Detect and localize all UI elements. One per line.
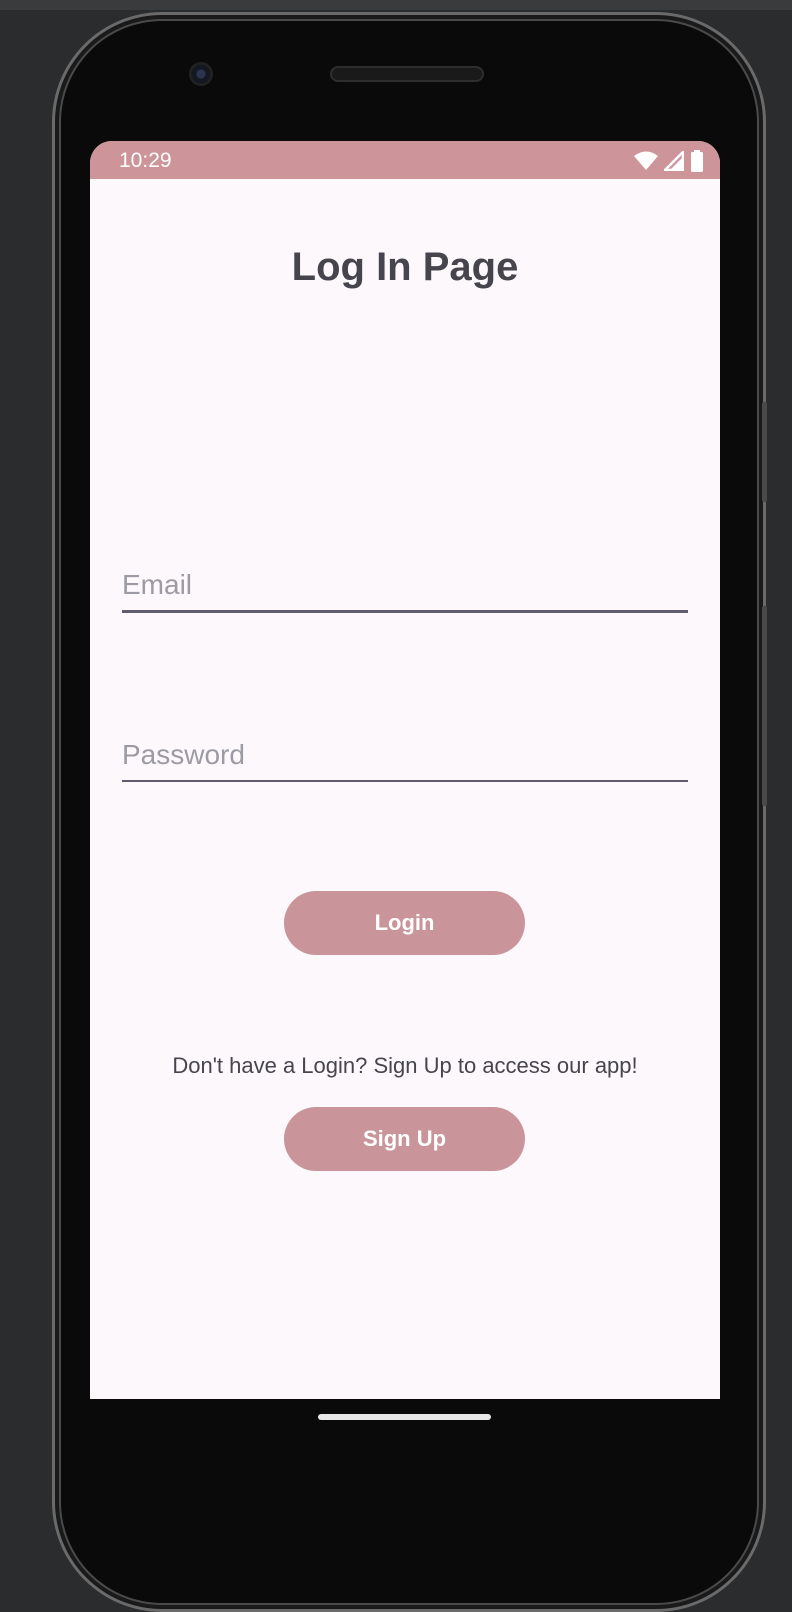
- email-underline: [122, 610, 688, 613]
- status-icons: [634, 150, 704, 172]
- email-placeholder: Email: [122, 569, 193, 600]
- signup-button[interactable]: Sign Up: [284, 1107, 525, 1171]
- password-field[interactable]: Password: [122, 735, 688, 785]
- login-button[interactable]: Login: [284, 891, 525, 955]
- earpiece-speaker: [330, 66, 484, 82]
- app-screen: 10:29 Log In Page Email Password Login D…: [90, 141, 720, 1399]
- emulator-top-strip: [0, 0, 792, 10]
- wifi-icon: [634, 151, 658, 170]
- volume-button: [762, 402, 767, 502]
- status-bar: 10:29: [90, 141, 720, 179]
- page-title: Log In Page: [291, 245, 519, 289]
- signup-hint: Don't have a Login? Sign Up to access ou…: [172, 1053, 638, 1078]
- status-time: 10:29: [119, 149, 172, 172]
- home-gesture-bar[interactable]: [318, 1414, 491, 1420]
- email-field[interactable]: Email: [122, 565, 688, 615]
- cellular-signal-icon: [664, 151, 684, 171]
- battery-icon: [691, 150, 703, 172]
- power-button: [762, 606, 767, 806]
- password-placeholder: Password: [122, 739, 245, 770]
- password-underline: [122, 780, 688, 782]
- front-camera: [189, 62, 213, 86]
